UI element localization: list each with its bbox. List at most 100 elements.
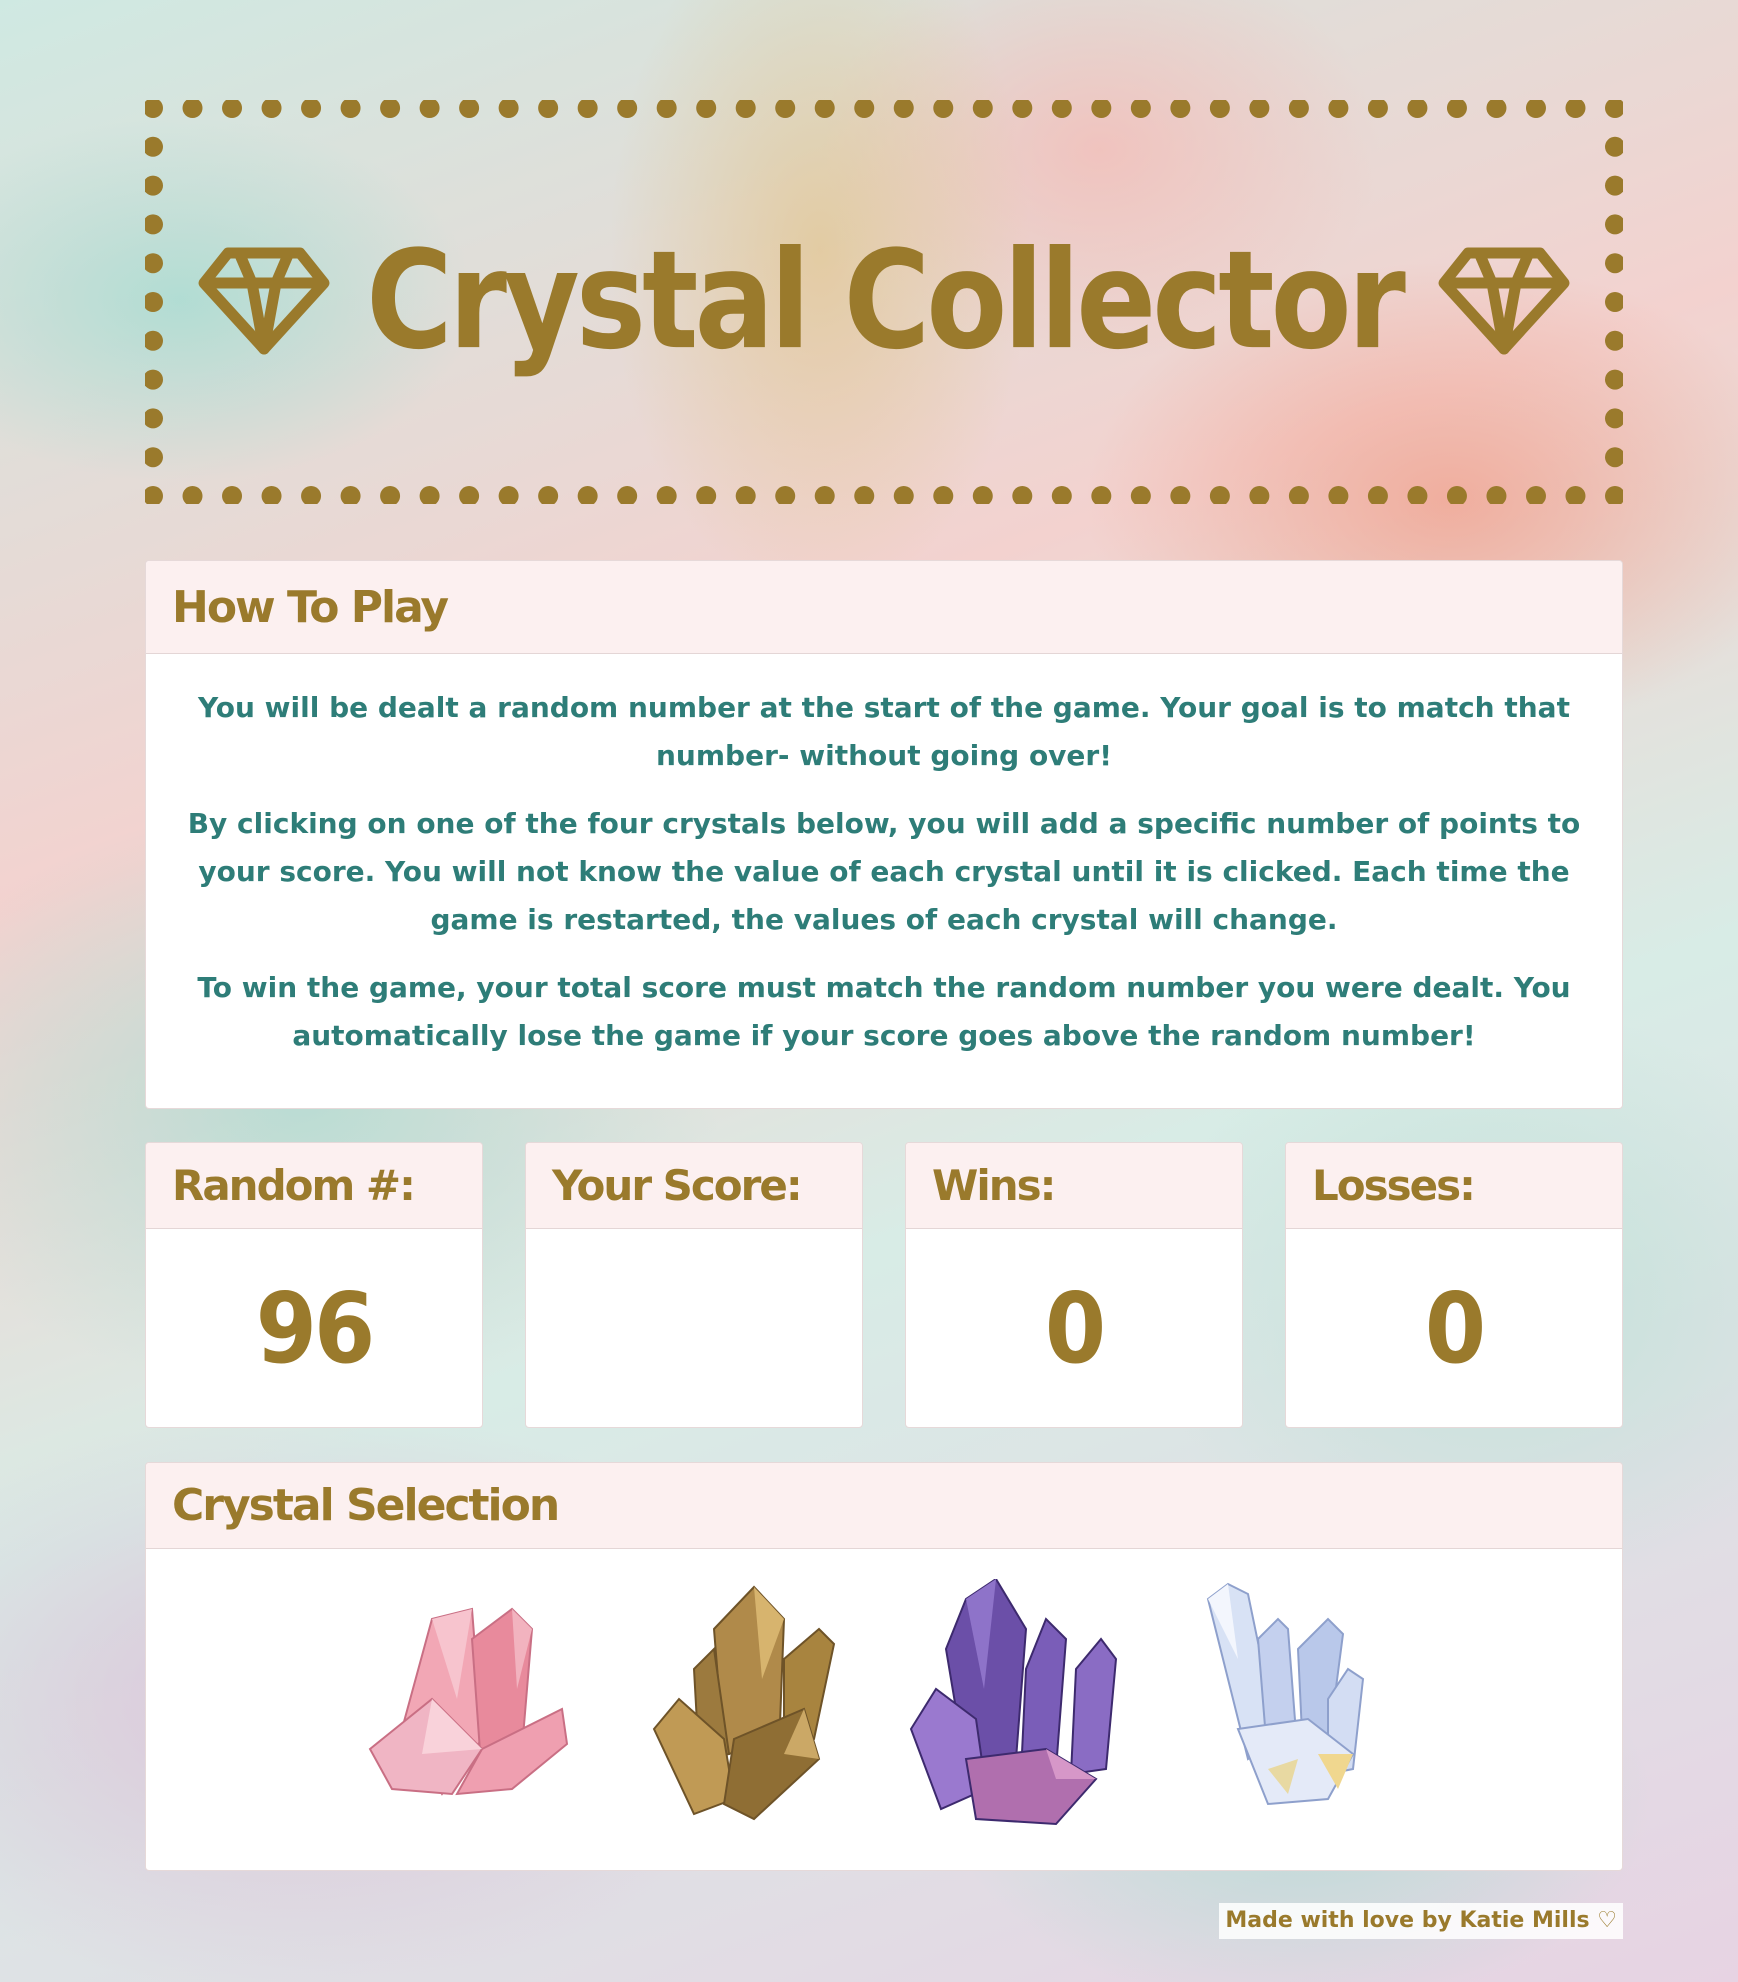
border-dot <box>972 100 993 118</box>
title-banner: Crystal Collector <box>145 100 1623 504</box>
border-dot <box>617 486 638 504</box>
losses-label: Losses: <box>1286 1143 1622 1229</box>
border-dot <box>1051 100 1072 118</box>
border-dot <box>380 100 401 118</box>
border-dot <box>1209 486 1230 504</box>
border-dot <box>1525 100 1546 118</box>
border-dot <box>972 486 993 504</box>
border-dot <box>340 100 361 118</box>
border-dot <box>182 486 203 504</box>
border-dot <box>696 100 717 118</box>
border-dot <box>145 486 163 504</box>
border-dot <box>498 486 519 504</box>
border-dot <box>301 486 322 504</box>
clear-crystal-icon <box>1206 1582 1365 1806</box>
border-dot <box>1605 486 1623 504</box>
border-dot <box>1565 486 1586 504</box>
border-dot <box>1446 486 1467 504</box>
border-dot <box>893 100 914 118</box>
border-dot <box>538 100 559 118</box>
pink-crystal-button[interactable] <box>362 1579 590 1829</box>
border-dot <box>145 175 163 196</box>
border-dot <box>145 100 163 118</box>
diamond-icon <box>198 247 330 355</box>
border-dot <box>340 486 361 504</box>
page-title: Crystal Collector <box>366 220 1406 380</box>
border-dot <box>419 486 440 504</box>
border-dot <box>775 100 796 118</box>
border-dot <box>814 100 835 118</box>
border-dot <box>656 486 677 504</box>
losses-value: 0 <box>1424 1271 1486 1385</box>
instructions-paragraph: To win the game, your total score must m… <box>197 971 1571 1052</box>
border-dot <box>1328 100 1349 118</box>
border-dot <box>459 100 480 118</box>
wins-value: 0 <box>1044 1271 1106 1385</box>
border-dot <box>1605 136 1623 157</box>
footer-credit: Made with love by Katie Mills ♡ <box>1219 1903 1623 1939</box>
border-dot <box>814 486 835 504</box>
crystal-row <box>146 1577 1622 1829</box>
instructions-paragraph: You will be dealt a random number at the… <box>198 691 1570 772</box>
border-dot <box>696 486 717 504</box>
border-dot <box>1605 369 1623 390</box>
border-dot <box>1605 175 1623 196</box>
border-dot <box>1565 100 1586 118</box>
your-score-label: Your Score: <box>526 1143 862 1229</box>
border-dot <box>933 100 954 118</box>
border-dot <box>145 408 163 429</box>
border-dot <box>1130 100 1151 118</box>
border-dot <box>656 100 677 118</box>
title-row: Crystal Collector <box>145 230 1623 370</box>
border-dot <box>1525 486 1546 504</box>
border-dot <box>577 486 598 504</box>
border-dot <box>854 486 875 504</box>
border-dot <box>301 100 322 118</box>
how-to-play-body: You will be dealt a random number at the… <box>146 654 1622 1060</box>
border-dot <box>1209 100 1230 118</box>
diamond-icon <box>1438 247 1570 355</box>
border-dot <box>261 100 282 118</box>
border-dot <box>1130 486 1151 504</box>
crystal-selection-card: Crystal Selection <box>145 1462 1623 1871</box>
gold-crystal-button[interactable] <box>634 1579 862 1829</box>
border-dot <box>145 369 163 390</box>
border-dot <box>222 100 243 118</box>
border-dot <box>893 486 914 504</box>
border-dot <box>1605 100 1623 118</box>
border-dot <box>1605 408 1623 429</box>
border-dot <box>1051 486 1072 504</box>
border-dot <box>735 486 756 504</box>
purple-crystal-icon <box>909 1577 1118 1826</box>
border-dot <box>538 486 559 504</box>
clear-crystal-button[interactable] <box>1178 1579 1406 1829</box>
wins-card: Wins: 0 <box>905 1142 1243 1428</box>
border-dot <box>1288 486 1309 504</box>
border-dot <box>1367 100 1388 118</box>
random-number-value: 96 <box>255 1271 375 1385</box>
crystal-selection-heading: Crystal Selection <box>146 1463 1622 1549</box>
border-dot <box>1249 100 1270 118</box>
border-dot <box>222 486 243 504</box>
random-number-label: Random #: <box>146 1143 482 1229</box>
border-dot <box>1446 100 1467 118</box>
purple-crystal-button[interactable] <box>906 1577 1134 1829</box>
wins-label: Wins: <box>906 1143 1242 1229</box>
border-dot <box>1091 486 1112 504</box>
border-dot <box>1328 486 1349 504</box>
border-dot <box>617 100 638 118</box>
border-dot <box>1288 100 1309 118</box>
border-dot <box>1407 486 1428 504</box>
border-dot <box>182 100 203 118</box>
border-dot <box>380 486 401 504</box>
border-dot <box>1486 486 1507 504</box>
border-dot <box>577 100 598 118</box>
border-dot <box>1605 447 1623 468</box>
border-dot <box>933 486 954 504</box>
your-score-value <box>526 1219 862 1427</box>
losses-card: Losses: 0 <box>1285 1142 1623 1428</box>
border-dot <box>419 100 440 118</box>
border-dot <box>498 100 519 118</box>
border-dot <box>1407 100 1428 118</box>
border-dot <box>459 486 480 504</box>
